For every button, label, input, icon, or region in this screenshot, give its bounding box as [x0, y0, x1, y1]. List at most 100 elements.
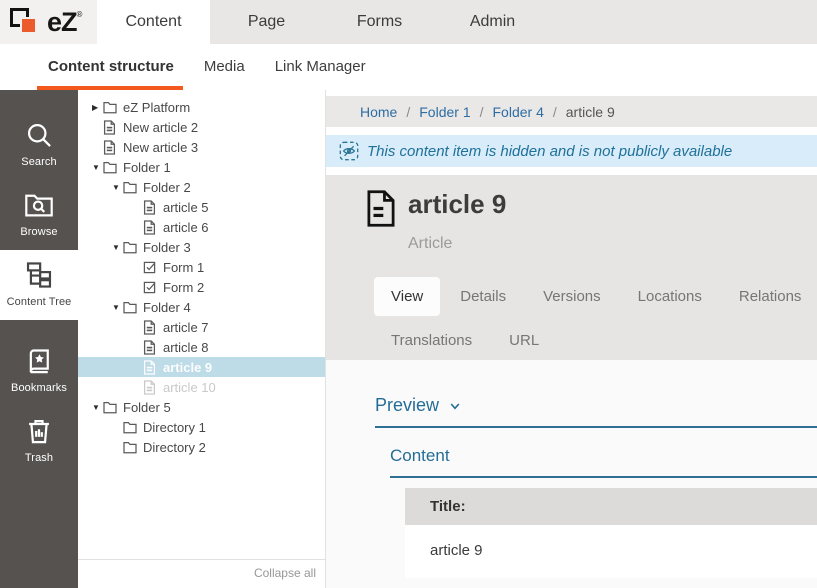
folder-icon — [123, 240, 137, 255]
tree-item-label: article 5 — [163, 200, 209, 215]
topbar-tab-forms[interactable]: Forms — [323, 0, 436, 44]
topbar-tab-admin[interactable]: Admin — [436, 0, 549, 44]
sidebar-item-label: Browse — [0, 226, 78, 238]
field-value: article 9 — [405, 525, 817, 578]
sidebar: Search Browse Content Tree BookmarksTrash — [0, 90, 78, 588]
tab-locations[interactable]: Locations — [621, 277, 719, 316]
tree-item-article-7[interactable]: article 7 — [78, 317, 325, 337]
folder-icon — [123, 300, 137, 315]
folder-icon — [123, 420, 137, 435]
tab-view[interactable]: View — [374, 277, 440, 316]
tree-item-article-5[interactable]: article 5 — [78, 197, 325, 217]
registered-mark: ® — [77, 10, 82, 19]
breadcrumb-link-folder-4[interactable]: Folder 4 — [493, 104, 544, 120]
breadcrumb-separator: / — [553, 104, 557, 120]
folder-icon — [103, 160, 117, 175]
expander-expanded-icon[interactable]: ▼ — [112, 183, 123, 192]
article-icon — [103, 140, 117, 155]
tree-item-folder-5[interactable]: ▼ Folder 5 — [78, 397, 325, 417]
tree-item-article-9[interactable]: article 9 — [78, 357, 325, 377]
expander-expanded-icon[interactable]: ▼ — [112, 243, 123, 252]
subnav-item-media[interactable]: Media — [204, 45, 245, 89]
article-icon — [103, 120, 117, 135]
article-icon — [143, 380, 157, 395]
sidebar-item-browse[interactable]: Browse — [0, 180, 78, 250]
folder-icon — [123, 180, 137, 195]
tree-item-new-article-2[interactable]: New article 2 — [78, 117, 325, 137]
sidebar-item-search[interactable]: Search — [0, 110, 78, 180]
content-tabs: ViewDetailsVersionsLocationsRelations Tra… — [374, 277, 817, 360]
page-title: article 9 — [408, 188, 506, 221]
tab-versions[interactable]: Versions — [526, 277, 618, 316]
content-header-block: article 9 Article ViewDetailsVersionsLoc… — [326, 175, 817, 360]
tree-item-directory-1[interactable]: Directory 1 — [78, 417, 325, 437]
tree-footer: Collapse all — [78, 559, 325, 588]
subnav-item-link-manager[interactable]: Link Manager — [275, 45, 366, 89]
logo-square-front — [20, 17, 37, 34]
tree-item-label: Folder 5 — [123, 400, 171, 415]
ez-logo[interactable]: eZ® — [0, 0, 97, 44]
collapse-all-button[interactable]: Collapse all — [254, 566, 316, 580]
tree-item-label: Directory 1 — [143, 420, 206, 435]
ez-platform-admin: eZ® ContentPageFormsAdmin Content struct… — [0, 0, 817, 588]
form-icon — [143, 280, 157, 295]
article-icon — [143, 200, 157, 215]
title-field: Title: article 9 — [405, 488, 817, 578]
tree-item-label: article 10 — [163, 380, 216, 395]
hidden-content-notice: This content item is hidden and is not p… — [326, 135, 817, 167]
topbar-tab-page[interactable]: Page — [210, 0, 323, 44]
preview-section-toggle[interactable]: Preview — [375, 395, 817, 428]
tree-item-article-8[interactable]: article 8 — [78, 337, 325, 357]
tree-item-label: article 8 — [163, 340, 209, 355]
tree-item-ez-platform[interactable]: ▶ eZ Platform — [78, 97, 325, 117]
content-type-label: Article — [408, 235, 817, 253]
tree-item-directory-2[interactable]: Directory 2 — [78, 437, 325, 457]
sidebar-item-label: Content Tree — [0, 296, 78, 308]
expander-expanded-icon[interactable]: ▼ — [92, 163, 103, 172]
tree-item-folder-2[interactable]: ▼ Folder 2 — [78, 177, 325, 197]
tree-item-new-article-3[interactable]: New article 3 — [78, 137, 325, 157]
tree-item-label: New article 2 — [123, 120, 198, 135]
folder-icon — [103, 100, 117, 115]
tree-item-label: Form 1 — [163, 260, 204, 275]
expander-collapsed-icon[interactable]: ▶ — [92, 103, 103, 112]
breadcrumb: Home/Folder 1/Folder 4/article 9 — [326, 96, 817, 127]
sidebar-item-label: Search — [0, 156, 78, 168]
main-content: Home/Folder 1/Folder 4/article 9 This co… — [326, 90, 817, 588]
content-tree-panel: ▶eZ PlatformNew article 2New article 3▼F… — [78, 90, 326, 588]
tab-url[interactable]: URL — [492, 321, 556, 360]
tab-details[interactable]: Details — [443, 277, 523, 316]
breadcrumb-separator: / — [480, 104, 484, 120]
form-icon — [143, 260, 157, 275]
folder-icon — [103, 400, 117, 415]
subnav-item-content-structure[interactable]: Content structure — [48, 45, 174, 89]
tree-item-form-2[interactable]: Form 2 — [78, 277, 325, 297]
breadcrumb-link-home[interactable]: Home — [360, 104, 397, 120]
expander-expanded-icon[interactable]: ▼ — [92, 403, 103, 412]
tab-relations[interactable]: Relations — [722, 277, 817, 316]
top-bar: eZ® ContentPageFormsAdmin — [0, 0, 817, 44]
sidebar-item-trash[interactable]: Trash — [0, 406, 78, 476]
topbar-tab-content[interactable]: Content — [97, 0, 210, 44]
breadcrumb-link-folder-1[interactable]: Folder 1 — [419, 104, 470, 120]
ez-logo-icon — [9, 5, 49, 39]
hidden-eye-icon — [339, 141, 359, 161]
notice-text: This content item is hidden and is not p… — [367, 143, 732, 160]
tree-item-article-10[interactable]: article 10 — [78, 377, 325, 397]
sidebar-item-content-tree[interactable]: Content Tree — [0, 250, 78, 320]
tree-item-label: eZ Platform — [123, 100, 190, 115]
logo-text: eZ® — [47, 7, 81, 38]
tree-item-label: Folder 2 — [143, 180, 191, 195]
browse-icon — [0, 191, 78, 221]
tree-item-form-1[interactable]: Form 1 — [78, 257, 325, 277]
tree-item-folder-3[interactable]: ▼Folder 3 — [78, 237, 325, 257]
search-icon — [0, 121, 78, 151]
tree-item-article-6[interactable]: article 6 — [78, 217, 325, 237]
expander-expanded-icon[interactable]: ▼ — [112, 303, 123, 312]
tree-item-folder-1[interactable]: ▼Folder 1 — [78, 157, 325, 177]
bookmarks-icon — [0, 347, 78, 377]
tree-item-folder-4[interactable]: ▼Folder 4 — [78, 297, 325, 317]
tab-translations[interactable]: Translations — [374, 321, 489, 360]
sidebar-item-bookmarks[interactable]: Bookmarks — [0, 336, 78, 406]
tree-item-label: Form 2 — [163, 280, 204, 295]
